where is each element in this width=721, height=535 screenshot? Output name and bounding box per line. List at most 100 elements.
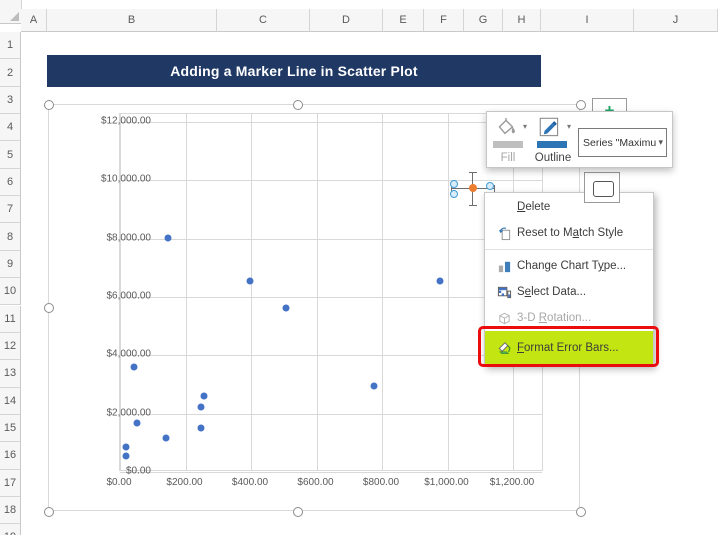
x-gridline xyxy=(448,114,449,470)
row-header-4[interactable]: 4 xyxy=(0,114,21,141)
x-tick-label: $400.00 xyxy=(215,477,285,488)
data-point[interactable] xyxy=(197,425,204,432)
chart-selection-handle[interactable] xyxy=(44,100,54,110)
row-header-10[interactable]: 10 xyxy=(0,278,21,305)
column-header-G[interactable]: G xyxy=(464,9,503,32)
y-gridline xyxy=(120,239,542,240)
column-header-I[interactable]: I xyxy=(541,9,634,32)
select-all-triangle xyxy=(10,12,19,21)
change-chart-type-icon xyxy=(485,259,517,274)
column-header-E[interactable]: E xyxy=(383,9,424,32)
menu-item-reset-to-match-style[interactable]: Reset to Match Style xyxy=(485,220,653,246)
fill-swatch xyxy=(493,141,523,148)
chart-selection-handle[interactable] xyxy=(293,100,303,110)
row-header-16[interactable]: 16 xyxy=(0,442,21,469)
error-bar-cap xyxy=(469,205,477,206)
highlight-red-border xyxy=(478,326,659,367)
fill-button-label[interactable]: Fill xyxy=(487,152,529,164)
row-header-8[interactable]: 8 xyxy=(0,223,21,250)
chart-selection-handle[interactable] xyxy=(293,507,303,517)
column-header-H[interactable]: H xyxy=(503,9,541,32)
data-point[interactable] xyxy=(197,403,204,410)
column-header-J[interactable]: J xyxy=(634,9,718,32)
fill-dropdown-chevron[interactable]: ▾ xyxy=(523,122,527,131)
y-gridline xyxy=(120,472,542,473)
row-header-11[interactable]: 11 xyxy=(0,306,21,333)
row-header-7[interactable]: 7 xyxy=(0,196,21,223)
row-header-2[interactable]: 2 xyxy=(0,59,21,86)
y-gridline xyxy=(120,122,542,123)
data-point[interactable] xyxy=(122,453,129,460)
chart-selection-handle[interactable] xyxy=(44,303,54,313)
selected-data-point[interactable] xyxy=(469,184,477,192)
column-header-D[interactable]: D xyxy=(310,9,383,32)
column-header-A[interactable]: A xyxy=(21,9,47,32)
row-header-9[interactable]: 9 xyxy=(0,251,21,278)
3d-rotation-icon xyxy=(485,311,517,326)
y-tick-label: $10,000.00 xyxy=(81,174,151,185)
error-bar-handle[interactable] xyxy=(450,180,458,188)
data-point[interactable] xyxy=(283,304,290,311)
mini-toolbar: ▾ Fill ▾ Outline Series "Maximu ▾ xyxy=(486,111,673,168)
y-gridline xyxy=(120,414,542,415)
row-header-6[interactable]: 6 xyxy=(0,169,21,196)
row-header-13[interactable]: 13 xyxy=(0,360,21,387)
error-bar-handle[interactable] xyxy=(486,182,494,190)
row-header-17[interactable]: 17 xyxy=(0,470,21,497)
x-gridline xyxy=(186,114,187,470)
data-point[interactable] xyxy=(122,444,129,451)
plot-area xyxy=(119,113,543,471)
outline-button-label[interactable]: Outline xyxy=(531,152,575,164)
chart-element-selector-value: Series "Maximu xyxy=(579,137,656,149)
fill-bucket-icon[interactable] xyxy=(493,117,519,139)
x-tick-label: $600.00 xyxy=(281,477,351,488)
outline-dropdown-chevron[interactable]: ▾ xyxy=(567,122,571,131)
x-tick-label: $1,200.00 xyxy=(477,477,547,488)
row-header-1[interactable]: 1 xyxy=(0,32,21,59)
chart-selection-handle[interactable] xyxy=(576,507,586,517)
x-gridline xyxy=(317,114,318,470)
chart-styles-brush-button[interactable] xyxy=(584,172,620,203)
menu-item-label: 3-D Rotation... xyxy=(517,312,653,324)
row-header-5[interactable]: 5 xyxy=(0,141,21,168)
menu-item-delete[interactable]: Delete xyxy=(485,194,653,220)
y-tick-label: $4,000.00 xyxy=(81,349,151,360)
y-gridline xyxy=(120,180,542,181)
error-bar-cap xyxy=(469,172,477,173)
data-point[interactable] xyxy=(163,435,170,442)
row-header-3[interactable]: 3 xyxy=(0,87,21,114)
data-point[interactable] xyxy=(371,383,378,390)
row-header-19[interactable]: 19 xyxy=(0,524,21,535)
y-tick-label: $12,000.00 xyxy=(81,116,151,127)
data-point[interactable] xyxy=(130,364,137,371)
x-tick-label: $0.00 xyxy=(84,477,154,488)
chart-selection-handle[interactable] xyxy=(576,100,586,110)
menu-item-change-chart-type[interactable]: Change Chart Type... xyxy=(485,253,653,279)
row-header-14[interactable]: 14 xyxy=(0,388,21,415)
menu-separator xyxy=(485,246,653,253)
y-tick-label: $2,000.00 xyxy=(81,407,151,418)
x-tick-label: $200.00 xyxy=(150,477,220,488)
column-header-F[interactable]: F xyxy=(424,9,464,32)
chart-selection-handle[interactable] xyxy=(44,507,54,517)
outline-pencil-icon[interactable] xyxy=(537,116,563,139)
column-header-C[interactable]: C xyxy=(217,9,310,32)
x-tick-label: $800.00 xyxy=(346,477,416,488)
error-bar-handle[interactable] xyxy=(450,190,458,198)
column-header-B[interactable]: B xyxy=(47,9,217,32)
row-header-15[interactable]: 15 xyxy=(0,415,21,442)
menu-item-select-data[interactable]: Select Data... xyxy=(485,279,653,305)
data-point[interactable] xyxy=(134,420,141,427)
row-header-12[interactable]: 12 xyxy=(0,333,21,360)
x-tick-label: $1,000.00 xyxy=(412,477,482,488)
excel-window: Adding a Marker Line in Scatter Plot exc… xyxy=(0,0,721,535)
data-point[interactable] xyxy=(165,234,172,241)
select-data-icon xyxy=(485,285,517,300)
row-header-18[interactable]: 18 xyxy=(0,497,21,524)
data-point[interactable] xyxy=(247,278,254,285)
select-all-corner[interactable] xyxy=(0,0,22,24)
data-point[interactable] xyxy=(201,393,208,400)
menu-item-label: Select Data... xyxy=(517,286,653,298)
data-point[interactable] xyxy=(436,278,443,285)
chart-element-selector[interactable]: Series "Maximu ▾ xyxy=(578,128,667,157)
